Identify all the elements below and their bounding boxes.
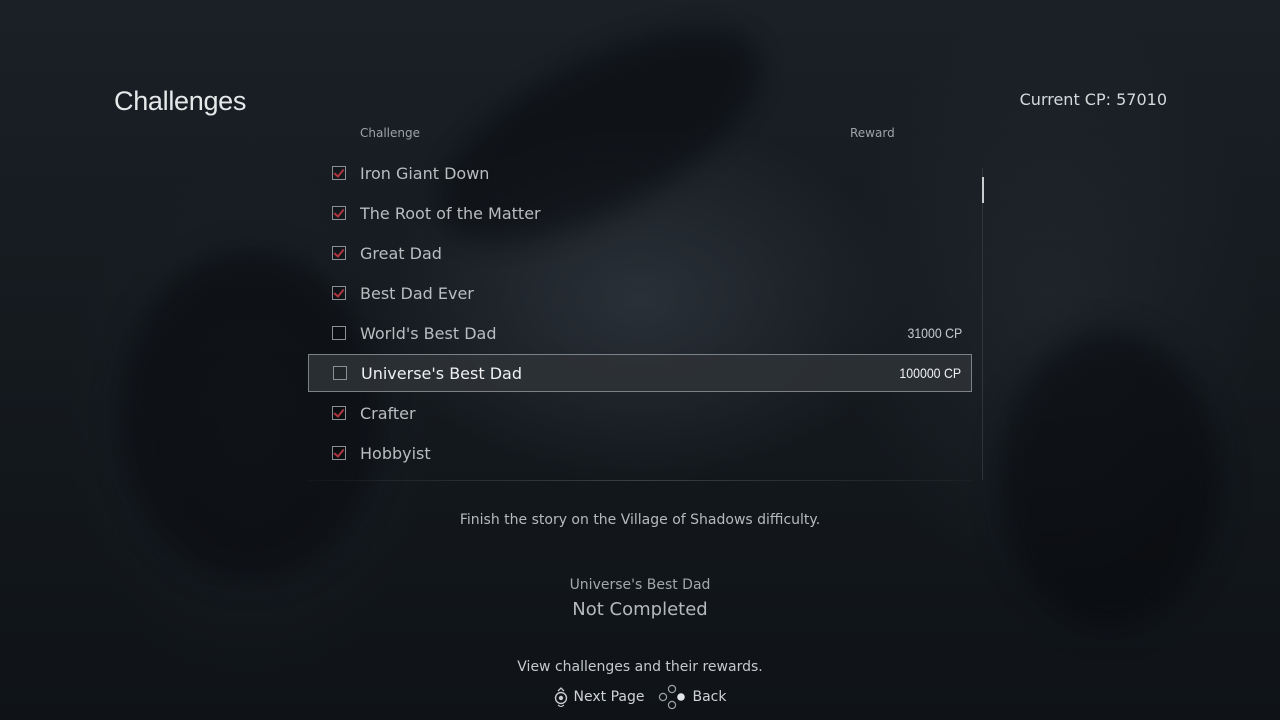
challenge-row[interactable]: Best Dad Ever (308, 273, 972, 313)
challenge-name: World's Best Dad (360, 323, 497, 343)
next-page-prompt[interactable]: Next Page (554, 687, 645, 707)
challenge-name: Universe's Best Dad (361, 363, 522, 383)
completion-checkbox (332, 246, 346, 260)
challenge-reward: 31000 CP (907, 325, 962, 341)
back-prompt[interactable]: Back (658, 684, 726, 710)
completion-checkbox (332, 206, 346, 220)
challenge-name: Best Dad Ever (360, 283, 474, 303)
check-mark-icon (333, 406, 345, 418)
back-label: Back (692, 689, 727, 705)
challenge-reward: 100000 CP (899, 365, 961, 381)
challenge-name: The Root of the Matter (360, 203, 541, 223)
dpad-buttons-icon (658, 684, 686, 710)
completion-checkbox (332, 286, 346, 300)
page-title: Challenges (114, 86, 247, 116)
challenge-name: Great Dad (360, 243, 442, 263)
check-mark-icon (333, 246, 345, 258)
scrollbar-track[interactable] (982, 168, 983, 480)
challenge-list: Iron Giant Down The Root of the Matter G… (308, 153, 972, 473)
completion-checkbox (332, 166, 346, 180)
completion-checkbox (332, 406, 346, 420)
selected-challenge-name: Universe's Best Dad (569, 577, 711, 593)
challenge-row[interactable]: Great Dad (308, 233, 972, 273)
completion-checkbox (333, 366, 347, 380)
current-cp-counter: Current CP: 57010 (1019, 90, 1167, 109)
challenge-row[interactable]: Crafter (308, 393, 972, 433)
challenge-description: Finish the story on the Village of Shado… (459, 512, 821, 528)
column-header-challenge: Challenge (360, 126, 420, 140)
check-mark-icon (333, 446, 345, 458)
completion-status: Not Completed (572, 599, 708, 620)
challenge-name: Crafter (360, 403, 416, 423)
scrollbar-thumb[interactable] (982, 177, 984, 203)
check-mark-icon (333, 166, 345, 178)
completion-checkbox (332, 446, 346, 460)
challenge-row[interactable]: Hobbyist (308, 433, 972, 473)
completion-checkbox (332, 326, 346, 340)
check-mark-icon (333, 286, 345, 298)
help-text: View challenges and their rewards. (517, 659, 763, 675)
check-mark-icon (333, 206, 345, 218)
list-divider (308, 480, 972, 481)
challenge-name: Iron Giant Down (360, 163, 490, 183)
column-header-reward: Reward (850, 126, 895, 140)
challenge-name: Hobbyist (360, 443, 431, 463)
next-page-label: Next Page (573, 689, 645, 705)
challenge-row-selected[interactable]: Universe's Best Dad 100000 CP (308, 354, 972, 392)
right-stick-icon (554, 687, 568, 707)
challenge-row[interactable]: World's Best Dad 31000 CP (308, 313, 972, 353)
challenge-row[interactable]: Iron Giant Down (308, 153, 972, 193)
challenge-row[interactable]: The Root of the Matter (308, 193, 972, 233)
button-prompts: Next Page Back (0, 684, 1280, 710)
